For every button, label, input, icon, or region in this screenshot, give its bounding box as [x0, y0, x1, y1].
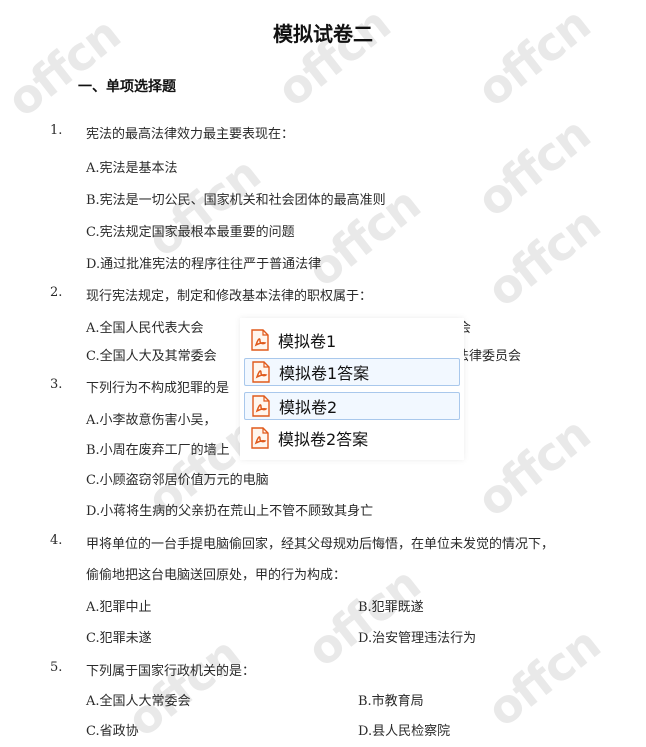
watermark: offcn	[476, 616, 610, 738]
question-text-continued: 偷偷地把这台电脑送回原处，甲的行为构成：	[86, 568, 347, 583]
file-item-label: 模拟卷2答案	[278, 430, 369, 449]
question-text: 宪法的最高法律效力最主要表现在：	[86, 127, 295, 142]
file-list-popup: 模拟卷1 模拟卷1答案 模拟卷2 模拟卷2答案	[240, 318, 464, 460]
question-number: 4.	[50, 533, 63, 548]
option: B.犯罪既遂	[358, 600, 424, 615]
file-item-label: 模拟卷1	[278, 332, 337, 351]
option: A.宪法是基本法	[86, 161, 178, 176]
option: D.小蒋将生病的父亲扔在荒山上不管不顾致其身亡	[86, 504, 374, 519]
file-item-label: 模拟卷1答案	[279, 364, 370, 383]
question-text: 现行宪法规定，制定和修改基本法律的职权属于：	[86, 289, 373, 304]
watermark: offcn	[466, 106, 600, 228]
file-item-mock-exam-1-answer[interactable]: 模拟卷1答案	[244, 358, 460, 386]
option: D.县人民检察院	[358, 724, 451, 739]
file-item-mock-exam-2[interactable]: 模拟卷2	[244, 392, 460, 420]
question-number: 1.	[50, 123, 63, 138]
option: C.宪法规定国家最根本最重要的问题	[86, 225, 295, 240]
question-number: 5.	[50, 660, 63, 675]
option-partial: 法律委员会	[456, 349, 522, 364]
watermark: offcn	[476, 196, 610, 318]
watermark: offcn	[466, 406, 600, 528]
option: D.治安管理违法行为	[358, 631, 477, 646]
question-number: 2.	[50, 285, 63, 300]
option: D.通过批准宪法的程序往往严于普通法律	[86, 257, 322, 272]
option: B.小周在废弃工厂的墙上	[86, 443, 230, 458]
option: C.省政协	[86, 724, 139, 739]
pdf-icon	[250, 427, 270, 449]
file-item-mock-exam-1[interactable]: 模拟卷1	[244, 326, 460, 354]
pdf-icon	[250, 329, 270, 351]
question-text: 下列行为不构成犯罪的是	[86, 381, 230, 396]
option: A.全国人民代表大会	[86, 321, 204, 336]
question-text: 甲将单位的一台手提电脑偷回家，经其父母规劝后悔悟，在单位未发觉的情况下，	[86, 537, 555, 552]
option: A.小李故意伤害小吴，	[86, 413, 217, 428]
option: A.犯罪中止	[86, 600, 152, 615]
file-item-label: 模拟卷2	[279, 398, 338, 417]
option: C.小顾盗窃邻居价值万元的电脑	[86, 473, 269, 488]
question-number: 3.	[50, 377, 63, 392]
option: C.犯罪未遂	[86, 631, 152, 646]
pdf-icon	[251, 395, 271, 417]
pdf-icon	[251, 361, 271, 383]
section-heading: 一、单项选择题	[78, 79, 176, 95]
option: A.全国人大常委会	[86, 694, 191, 709]
option: C.全国人大及其常委会	[86, 349, 217, 364]
option: B.宪法是一切公民、国家机关和社会团体的最高准则	[86, 193, 386, 208]
question-text: 下列属于国家行政机关的是：	[86, 664, 256, 679]
option: B.市教育局	[358, 694, 424, 709]
file-item-mock-exam-2-answer[interactable]: 模拟卷2答案	[244, 424, 460, 452]
page-title: 模拟试卷二	[273, 22, 373, 46]
